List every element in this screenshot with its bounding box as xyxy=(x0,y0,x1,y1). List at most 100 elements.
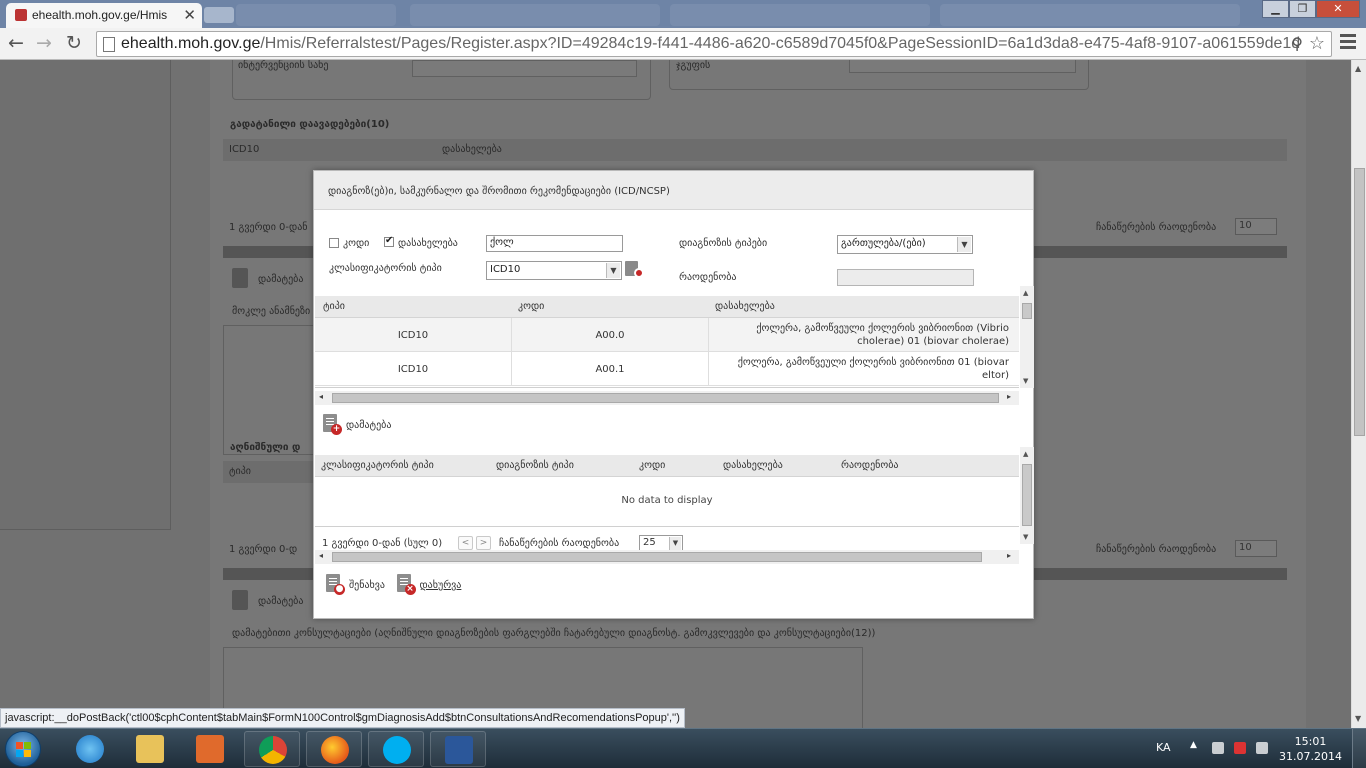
col-header-classifier[interactable]: კლასიფიკატორის ტიპი xyxy=(321,460,434,471)
browser-toolbar: ← → ↻ ehealth.moh.gov.ge/Hmis/Referralst… xyxy=(0,28,1366,60)
next-page-button[interactable]: > xyxy=(476,536,491,550)
diagnosis-modal: დიაგნოზ(ებ)ი, სამკურნალო და შრომითი რეკო… xyxy=(313,170,1034,619)
modal-footer: ● შენახვა × დახურვა xyxy=(326,574,469,599)
scrollbar-thumb[interactable] xyxy=(1022,464,1032,526)
background-window-tab xyxy=(940,4,1240,26)
taskbar-chrome[interactable] xyxy=(244,731,300,767)
col-header-code[interactable]: კოდი xyxy=(639,460,665,471)
taskbar-skype[interactable] xyxy=(368,731,424,767)
name-checkbox[interactable] xyxy=(384,235,394,247)
col-header-quantity[interactable]: რაოდენობა xyxy=(841,460,899,471)
taskbar-firefox[interactable] xyxy=(306,731,362,767)
bg-textarea xyxy=(223,325,315,455)
browser-tab-active[interactable]: ehealth.moh.gov.ge/Hmis ✕ xyxy=(6,3,202,28)
bg-section-transferred: გადატანილი დაავადებები(10) xyxy=(230,119,390,130)
search-button[interactable] xyxy=(625,261,645,279)
bg-add-label2: დამატება xyxy=(258,596,304,607)
prev-page-button[interactable]: < xyxy=(458,536,473,550)
url-host: ehealth.moh.gov.ge xyxy=(121,35,261,52)
grid1-hscroll[interactable]: ◂ ▸ xyxy=(315,391,1019,405)
bg-page-size: 10 xyxy=(1235,218,1277,235)
background-window-tab xyxy=(410,4,660,26)
address-bar[interactable]: ehealth.moh.gov.ge/Hmis/Referralstest/Pa… xyxy=(96,31,1332,57)
quantity-input[interactable] xyxy=(837,269,974,286)
scroll-up-arrow-icon[interactable]: ▲ xyxy=(1023,289,1028,297)
page-size-label: ჩანაწერების რაოდენობა xyxy=(499,538,620,549)
diagnosis-types-select[interactable]: გართულება/(ები) ▼ xyxy=(837,235,973,254)
scroll-right-arrow-icon[interactable]: ▸ xyxy=(1007,392,1011,401)
network-icon[interactable] xyxy=(1212,742,1224,754)
scrollbar-thumb[interactable] xyxy=(332,552,982,562)
col-header-type[interactable]: ტიპი xyxy=(323,301,345,312)
site-favicon-icon xyxy=(15,9,27,21)
forward-arrow-icon[interactable]: → xyxy=(36,32,52,54)
show-hidden-icons-icon[interactable]: ▲ xyxy=(1190,740,1197,750)
add-button[interactable]: + დამატება xyxy=(323,414,391,439)
new-tab-button[interactable] xyxy=(204,7,234,23)
page-size-value: 25 xyxy=(643,537,656,548)
scrollbar-thumb[interactable] xyxy=(1022,303,1032,319)
maximize-button[interactable]: ❐ xyxy=(1289,0,1316,18)
taskbar-ie[interactable] xyxy=(62,731,118,767)
reload-icon[interactable]: ↻ xyxy=(66,32,82,54)
taskbar-media-player[interactable] xyxy=(182,731,238,767)
windows-taskbar: KA ▲ 15:01 31.07.2014 xyxy=(0,728,1366,768)
table-row[interactable]: ICD10 A00.1 ქოლერა, გამოწვეული ქოლერის ვ… xyxy=(315,352,1019,386)
minimize-button[interactable]: ▁ xyxy=(1262,0,1289,18)
scroll-right-arrow-icon[interactable]: ▸ xyxy=(1007,551,1011,560)
scroll-down-arrow-icon[interactable]: ▼ xyxy=(1023,377,1028,385)
page-scrollbar[interactable]: ▲ ▼ xyxy=(1351,60,1366,728)
browser-titlebar: ehealth.moh.gov.ge/Hmis ✕ ▁ ❐ ✕ xyxy=(0,0,1366,28)
add-document-icon: + xyxy=(323,414,342,436)
bg-page-size-label: ჩანაწერების რაოდენობა xyxy=(1096,222,1217,233)
col-header-diagnosis-type[interactable]: დიაგნოზის ტიპი xyxy=(496,460,574,471)
scroll-down-arrow-icon[interactable]: ▼ xyxy=(1355,714,1361,723)
search-form: კოდი დასახელება ქოლ კლასიფიკატორის ტიპი … xyxy=(314,210,1033,296)
grid2-hscroll[interactable]: ◂ ▸ xyxy=(315,550,1019,564)
save-button[interactable]: ● შენახვა xyxy=(326,574,385,599)
scroll-up-arrow-icon[interactable]: ▲ xyxy=(1023,450,1028,458)
bookmark-star-icon[interactable]: ☆ xyxy=(1309,33,1325,54)
grid-header: ტიპი კოდი დასახელება xyxy=(315,296,1019,318)
scrollbar-thumb[interactable] xyxy=(1354,168,1365,436)
grid2-vscroll[interactable]: ▲ ▼ xyxy=(1020,447,1034,544)
page-icon xyxy=(103,37,115,52)
system-tray: KA ▲ 15:01 31.07.2014 xyxy=(1136,729,1366,768)
folder-icon xyxy=(136,735,164,763)
save-icon: ● xyxy=(326,574,345,596)
pager-text: 1 გვერდი 0-დან (სულ 0) xyxy=(322,538,443,549)
col-header-code[interactable]: კოდი xyxy=(518,301,544,312)
volume-muted-icon[interactable] xyxy=(1234,742,1246,754)
left-panel xyxy=(0,60,171,530)
grid1-vscroll[interactable]: ▲ ▼ xyxy=(1020,286,1034,388)
bg-page-size2: 10 xyxy=(1235,540,1277,557)
bg-grid-header xyxy=(223,139,1287,161)
bg-page-size-label2: ჩანაწერების რაოდენობა xyxy=(1096,544,1217,555)
taskbar-word[interactable] xyxy=(430,731,486,767)
system-clock[interactable]: 15:01 31.07.2014 xyxy=(1279,734,1342,764)
chrome-menu-icon[interactable] xyxy=(1340,34,1356,52)
zoom-magnifier-icon[interactable]: ⚲ xyxy=(1291,34,1303,54)
scroll-up-arrow-icon[interactable]: ▲ xyxy=(1355,64,1361,73)
table-row[interactable]: ICD10 A00.0 ქოლერა, გამოწვეული ქოლერის ვ… xyxy=(315,318,1019,352)
scroll-left-arrow-icon[interactable]: ◂ xyxy=(319,551,323,560)
window-close-button[interactable]: ✕ xyxy=(1316,0,1360,18)
classifier-select[interactable]: ICD10 ▼ xyxy=(486,261,622,280)
search-input[interactable]: ქოლ xyxy=(486,235,623,252)
close-button[interactable]: × დახურვა xyxy=(396,574,461,599)
cell-name: ქოლერა, გამოწვეული ქოლერის ვიბრიონით 01 … xyxy=(737,357,1009,381)
scroll-down-arrow-icon[interactable]: ▼ xyxy=(1023,533,1028,541)
scrollbar-thumb[interactable] xyxy=(332,393,999,403)
col-header-name[interactable]: დასახელება xyxy=(715,301,775,312)
back-arrow-icon[interactable]: ← xyxy=(8,32,24,54)
col-header-name[interactable]: დასახელება xyxy=(723,460,783,471)
taskbar-explorer[interactable] xyxy=(122,731,178,767)
bg-section-marked: აღნიშნული დ xyxy=(230,442,301,453)
scroll-left-arrow-icon[interactable]: ◂ xyxy=(319,392,323,401)
start-button[interactable] xyxy=(5,731,41,767)
show-desktop-button[interactable] xyxy=(1352,729,1366,768)
power-icon[interactable] xyxy=(1256,742,1268,754)
tab-close-icon[interactable]: ✕ xyxy=(183,6,196,24)
language-indicator[interactable]: KA xyxy=(1156,741,1171,754)
code-checkbox[interactable] xyxy=(329,238,339,248)
